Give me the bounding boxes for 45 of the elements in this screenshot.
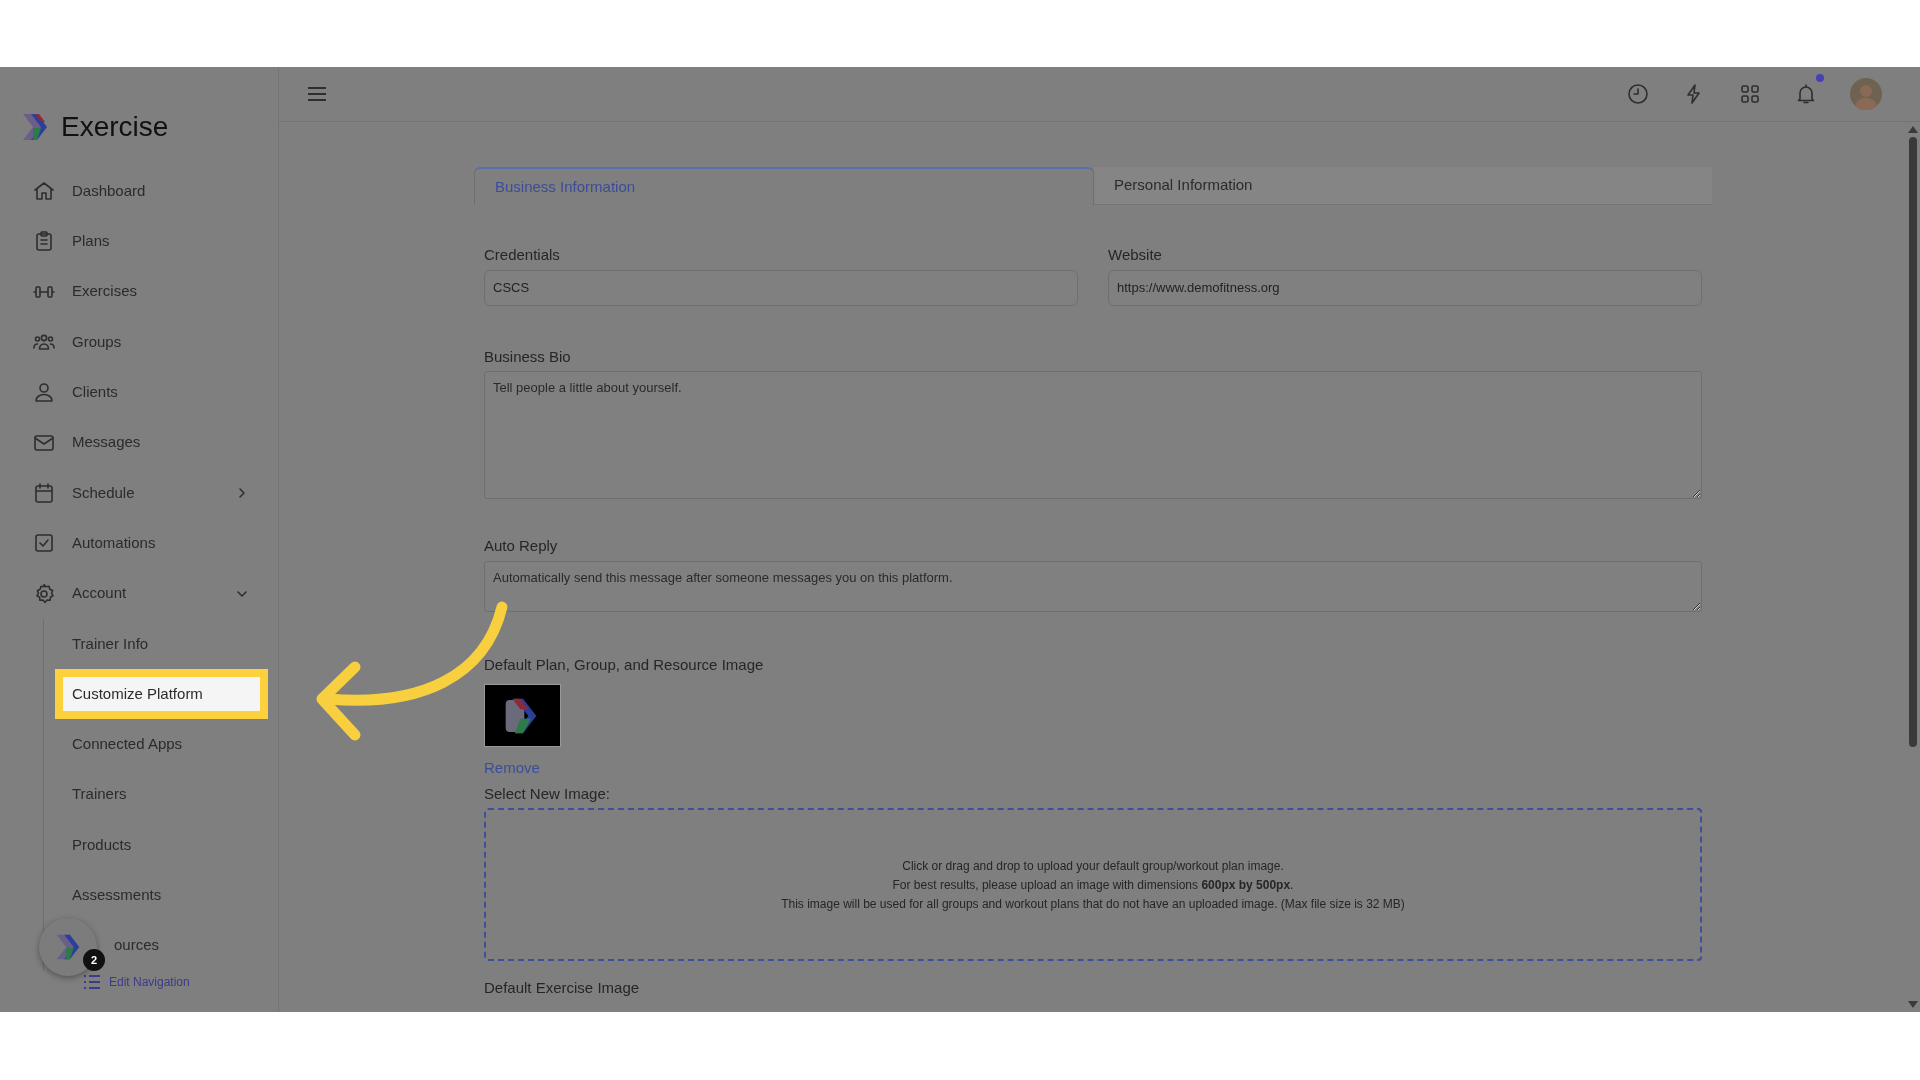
nav-subitem[interactable]: Products — [55, 819, 278, 871]
textarea-field[interactable]: Tell people a little about yourself. — [484, 371, 1702, 499]
nav-subitem[interactable]: Assessments — [55, 870, 278, 921]
menu-icon[interactable] — [307, 86, 327, 102]
textarea-field[interactable]: Automatically send this message after someone messages you on this platform. — [484, 560, 1702, 612]
section-label: Default Exercise Image — [484, 978, 640, 998]
dropzone-text: For best results, please upload an image with dimensions 600px by 500px. — [892, 876, 1294, 893]
tab[interactable]: Personal Information — [1094, 167, 1712, 205]
grid-icon[interactable] — [1738, 82, 1762, 106]
field-label: Website — [1108, 245, 1163, 265]
nav-item[interactable]: Clients — [0, 367, 278, 418]
nav-item[interactable]: Messages — [0, 417, 278, 468]
user-icon — [32, 380, 56, 405]
nav-item[interactable]: Schedule — [0, 467, 278, 519]
tab[interactable]: Business Information — [474, 167, 1094, 205]
nav-subitem[interactable]: Trainer Info — [55, 618, 278, 669]
nav-subitem[interactable]: ources — [114, 920, 160, 971]
calendar-icon — [32, 480, 56, 505]
dropzone-text: Click or drag and drop to upload your default group/workout plan image. — [902, 857, 1284, 874]
field-label: Credentials — [484, 245, 561, 265]
app-name: Exercise — [61, 112, 169, 141]
nav-subitem[interactable]: Trainers — [55, 769, 278, 820]
remove-link[interactable]: Remove — [484, 757, 540, 780]
nav-subitem[interactable]: Customize Platform — [55, 668, 268, 720]
chevron-right-icon — [236, 486, 248, 499]
nav-item[interactable]: Account — [0, 568, 278, 619]
dropzone-text: This image will be used for all groups and workout plans that do not have an uploaded image. (Max file size is 32 MB) — [781, 895, 1405, 912]
list-icon — [83, 975, 101, 989]
field-label: Select New Image: — [484, 783, 611, 804]
input-field[interactable]: https://www.demofitness.org — [1108, 269, 1702, 306]
unread-badge: 2 — [83, 949, 105, 971]
upload-dropzone[interactable] — [484, 808, 1702, 961]
nav-item[interactable]: Exercises — [0, 266, 278, 317]
field-label: Business Bio — [484, 346, 572, 367]
clock-icon[interactable] — [1626, 82, 1650, 106]
nav-item[interactable]: Automations — [0, 518, 278, 569]
section-label: Default Plan, Group, and Resource Image — [484, 654, 765, 675]
input-field[interactable]: CSCS — [484, 269, 1078, 306]
field-label: Auto Reply — [484, 536, 559, 556]
edit-navigation-link[interactable]: Edit Navigation — [83, 973, 190, 991]
nav-item[interactable]: Plans — [0, 216, 278, 267]
chat-launcher[interactable] — [39, 918, 97, 976]
nav-item[interactable]: Dashboard — [0, 166, 278, 217]
nav-subitem[interactable]: Connected Apps — [55, 719, 278, 770]
nav-item[interactable]: Groups — [0, 316, 278, 368]
